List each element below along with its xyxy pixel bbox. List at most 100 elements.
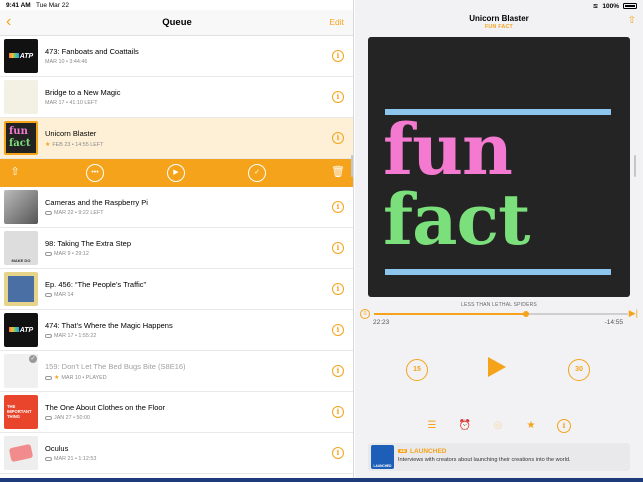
promo-name: LAUNCHED xyxy=(410,448,447,455)
queue-row[interactable]: ✓ 159: Don't Let The Bed Bugs Bite (S8E16… xyxy=(0,351,353,392)
info-icon[interactable]: i xyxy=(332,132,344,144)
play-action-button[interactable]: ▶ xyxy=(167,164,185,182)
status-date: Tue Mar 22 xyxy=(36,2,69,9)
episode-meta-text: MAR 10 • PLAYED xyxy=(61,374,107,381)
queue-row[interactable]: fun fact Unicorn Blaster ★ FEB 23 • 14:55 LE… xyxy=(0,118,353,159)
queue-nav-bar: ‹ Queue Edit xyxy=(0,10,353,36)
effects-icon[interactable]: ☰ xyxy=(425,419,439,433)
chapters-icon[interactable]: ≡ xyxy=(360,309,370,319)
promo-banner[interactable]: LAUNCHED AD LAUNCHED Interviews with cre… xyxy=(368,443,630,471)
queue-row[interactable]: Oculus MAR 21 • 1:12:53 i xyxy=(0,433,353,474)
skip-back-button[interactable]: 15 xyxy=(406,359,428,381)
sleep-timer-icon[interactable]: ⏰ xyxy=(458,419,472,433)
episode-meta: MAR 17 • 41:10 LEFT xyxy=(45,100,98,106)
episode-meta-text: JAN 27 • 50:00 xyxy=(54,415,91,421)
info-icon[interactable]: i xyxy=(557,419,571,433)
share-icon[interactable]: ⇧ xyxy=(628,15,636,26)
star-icon[interactable]: ★ xyxy=(524,419,538,433)
star-icon: ★ xyxy=(45,142,51,148)
cloud-icon xyxy=(45,252,52,256)
episode-title: Oculus xyxy=(45,444,69,453)
info-icon[interactable]: i xyxy=(332,365,344,377)
next-chapter-icon[interactable]: ▶| xyxy=(629,308,638,319)
episode-meta-text: FEB 23 • 14:55 LEFT xyxy=(52,141,104,148)
battery-icon xyxy=(623,3,637,9)
share-action-button[interactable]: ⇧ xyxy=(6,164,24,182)
info-icon[interactable]: i xyxy=(332,447,344,459)
divider-handle[interactable] xyxy=(351,155,353,177)
scrubber[interactable] xyxy=(374,311,628,317)
episode-meta-text: MAR 17 • 41:10 LEFT xyxy=(45,100,98,106)
info-icon[interactable]: i xyxy=(332,406,344,418)
edit-button[interactable]: Edit xyxy=(329,17,344,27)
episode-meta: MAR 14 xyxy=(45,292,73,298)
queue-row[interactable]: THE IMPORTANT THING The One About Clothes… xyxy=(0,392,353,433)
episode-title: Cameras and the Raspberry Pi xyxy=(45,198,148,207)
episode-meta-text: MAR 21 • 1:12:53 xyxy=(54,456,97,462)
info-icon[interactable]: i xyxy=(332,91,344,103)
episode-artwork-thumb: THE IMPORTANT THING xyxy=(4,395,38,429)
now-playing-podcast[interactable]: FUN FACT xyxy=(355,24,643,30)
info-icon[interactable]: i xyxy=(332,50,344,62)
scrubber-knob[interactable] xyxy=(523,311,530,317)
play-icon[interactable] xyxy=(488,357,506,377)
episode-artwork-thumb xyxy=(4,272,38,306)
more-icon: ••• xyxy=(91,169,99,176)
episode-meta: ★ MAR 10 • PLAYED xyxy=(45,374,107,381)
promo-logo-text: LAUNCHED xyxy=(373,464,392,468)
delete-action-button[interactable]: 🗑 xyxy=(329,164,347,182)
episode-artwork-thumb: fun fact xyxy=(4,121,38,155)
episode-title: 474: That’s Where the Magic Happens xyxy=(45,321,173,330)
page-title: Queue xyxy=(162,17,192,28)
episode-meta: MAR 21 • 1:12:53 xyxy=(45,456,96,462)
queue-row[interactable]: MAKE DO 98: Taking The Extra Step MAR 9 • … xyxy=(0,228,353,269)
episode-meta: MAR 9 • 29:12 xyxy=(45,251,89,257)
episode-meta: ★ FEB 23 • 14:55 LEFT xyxy=(45,141,104,149)
right-divider-handle[interactable] xyxy=(634,155,636,177)
star-icon: ★ xyxy=(54,375,60,381)
episode-meta: MAR 17 • 1:55:22 xyxy=(45,333,96,339)
info-icon[interactable]: i xyxy=(332,283,344,295)
artwork-word-fact: fact xyxy=(383,178,530,261)
queue-row[interactable]: Bridge to a New Magic MAR 17 • 41:10 LEFT… xyxy=(0,77,353,118)
now-playing-title: Unicorn Blaster xyxy=(469,14,529,23)
now-playing-pane: Unicorn Blaster FUN FACT ⇧ fun fact LESS… xyxy=(355,0,643,482)
chapter-title: LESS THAN LETHAL SPIDERS xyxy=(461,302,537,308)
episode-meta: JAN 27 • 50:00 xyxy=(45,415,90,421)
episode-title: Bridge to a New Magic xyxy=(45,88,121,97)
queue-row[interactable]: Ep. 456: “The People’s Traffic” MAR 14 i xyxy=(0,269,353,310)
share-icon: ⇧ xyxy=(10,166,20,178)
cloud-icon xyxy=(45,416,52,420)
queue-row[interactable]: Cameras and the Raspberry Pi MAR 22 • 9:2… xyxy=(0,187,353,228)
artwork-text: MAKE DO xyxy=(11,258,31,263)
battery-percent: 100% xyxy=(602,2,619,10)
airplay-icon[interactable]: ◎ xyxy=(491,419,505,433)
play-circle-icon: ▶ xyxy=(173,169,179,176)
queue-row[interactable]: ATP 474: That’s Where the Magic Happens MA… xyxy=(0,310,353,351)
episode-title: 159: Don't Let The Bed Bugs Bite (S8E16) xyxy=(45,362,186,371)
episode-artwork-thumb: MAKE DO xyxy=(4,231,38,265)
info-icon[interactable]: i xyxy=(332,201,344,213)
queue-row[interactable]: ATP 473: Fanboats and Coattails MAR 10 • 3… xyxy=(0,36,353,77)
artwork-word-fun: fun xyxy=(383,108,513,191)
skip-forward-button[interactable]: 30 xyxy=(568,359,590,381)
status-right: ≋ 100% xyxy=(593,2,637,10)
scrubber-progress xyxy=(374,313,527,315)
episode-artwork: fun fact xyxy=(368,37,630,297)
checkmark-icon: ✓ xyxy=(254,169,260,176)
episode-title: 473: Fanboats and Coattails xyxy=(45,47,139,56)
status-bar: 9:41 AM Tue Mar 22 ≋ 100% xyxy=(0,0,643,12)
remaining-time: -14:55 xyxy=(604,319,623,326)
more-action-button[interactable]: ••• xyxy=(86,164,104,182)
episode-artwork-thumb: ✓ xyxy=(4,354,38,388)
episode-meta-text: MAR 22 • 9:22 LEFT xyxy=(54,210,104,216)
episode-meta-text: MAR 17 • 1:55:22 xyxy=(54,333,97,339)
episode-artwork-thumb xyxy=(4,80,38,114)
promo-description: Interviews with creators about launching… xyxy=(398,457,571,463)
episode-artwork-thumb xyxy=(4,436,38,470)
promo-logo: LAUNCHED xyxy=(371,445,394,469)
mark-played-button[interactable]: ✓ xyxy=(248,164,266,182)
info-icon[interactable]: i xyxy=(332,242,344,254)
cloud-icon xyxy=(45,375,52,380)
info-icon[interactable]: i xyxy=(332,324,344,336)
